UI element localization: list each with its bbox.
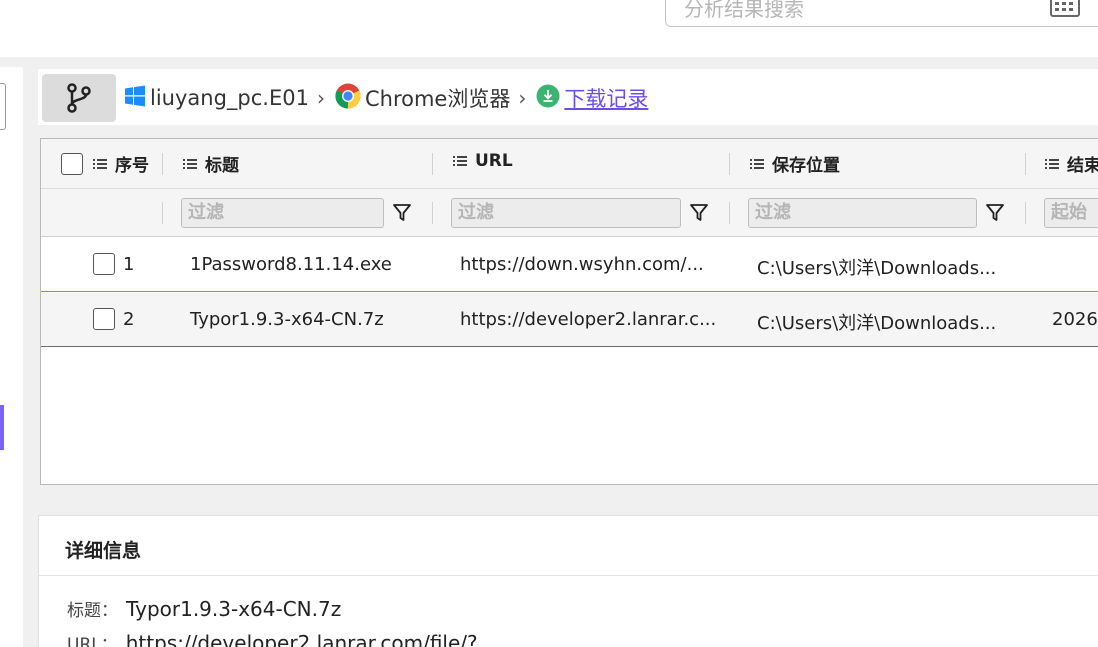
details-heading: 详细信息 — [65, 540, 142, 562]
row-save-path: C:\Users\刘洋\Downloads... — [757, 258, 997, 279]
downloads-table: 序号 标题 URL 保存位置 结束 过滤 过滤 过滤 起始 1 1Passwor… — [40, 138, 1098, 485]
detail-label: 标题： — [67, 601, 118, 621]
git-branch-icon — [67, 83, 91, 113]
column-header-url[interactable]: URL — [453, 151, 513, 171]
column-header-end[interactable]: 结束 — [1045, 151, 1098, 176]
select-all-checkbox[interactable] — [61, 153, 83, 175]
search-placeholder: 分析结果搜索 — [684, 0, 804, 21]
column-menu-icon[interactable] — [93, 158, 107, 170]
column-menu-icon[interactable] — [750, 158, 764, 170]
row-url: https://developer2.lanrar.c... — [460, 309, 717, 330]
row-index: 1 — [123, 254, 135, 275]
column-header-save-path[interactable]: 保存位置 — [750, 151, 840, 176]
sidebar-collapse-handle[interactable] — [0, 83, 6, 130]
row-index: 2 — [123, 309, 135, 330]
windows-icon — [124, 85, 146, 112]
filter-input-url[interactable]: 过滤 — [451, 198, 681, 228]
sidebar-active-indicator — [0, 405, 4, 450]
column-menu-icon[interactable] — [453, 155, 467, 167]
row-title: 1Password8.11.14.exe — [190, 254, 392, 275]
table-row[interactable]: 1 1Password8.11.14.exe https://down.wsyh… — [41, 238, 1098, 292]
left-sidebar — [0, 67, 23, 647]
row-title: Typor1.9.3-x64-CN.7z — [190, 309, 384, 330]
chevron-right-icon: › — [316, 86, 325, 110]
filter-input-title[interactable]: 过滤 — [181, 198, 384, 228]
filter-icon[interactable] — [985, 203, 1005, 223]
column-header-index[interactable]: 序号 — [93, 151, 149, 176]
keyboard-icon[interactable] — [1050, 0, 1080, 17]
row-checkbox[interactable] — [93, 253, 115, 275]
details-panel: 详细信息 标题： Typor1.9.3-x64-CN.7z URL： https:/… — [38, 515, 1098, 647]
filter-input-save-path[interactable]: 过滤 — [748, 198, 977, 228]
row-end: 2026 — [1052, 309, 1098, 330]
breadcrumb: liuyang_pc.E01 › Chrome浏览器 › 下载记录 — [124, 80, 648, 116]
breadcrumb-item-device[interactable]: liuyang_pc.E01 — [150, 86, 309, 110]
detail-field-url: URL： https://developer2.lanrar.com/file/? — [67, 630, 478, 647]
chevron-right-icon: › — [518, 86, 527, 110]
detail-label: URL： — [67, 635, 118, 647]
branch-button[interactable] — [42, 74, 116, 122]
row-checkbox[interactable] — [93, 308, 115, 330]
table-header: 序号 标题 URL 保存位置 结束 — [41, 139, 1098, 189]
table-row[interactable]: 2 Typor1.9.3-x64-CN.7z https://developer… — [41, 293, 1098, 347]
filter-input-end-start[interactable]: 起始 — [1044, 198, 1098, 228]
search-input[interactable]: 分析结果搜索 — [665, 0, 1098, 27]
top-toolbar: 分析结果搜索 — [0, 0, 1098, 57]
breadcrumb-item-downloads[interactable]: 下载记录 — [564, 83, 648, 113]
column-header-title[interactable]: 标题 — [183, 151, 239, 176]
row-save-path: C:\Users\刘洋\Downloads... — [757, 313, 997, 334]
detail-field-title: 标题： Typor1.9.3-x64-CN.7z — [67, 596, 341, 621]
filter-icon[interactable] — [392, 203, 412, 223]
row-url: https://down.wsyhn.com/... — [460, 254, 704, 275]
filter-icon[interactable] — [689, 203, 709, 223]
column-menu-icon[interactable] — [1045, 158, 1059, 170]
detail-value: Typor1.9.3-x64-CN.7z — [126, 597, 342, 621]
chrome-icon — [335, 83, 361, 114]
breadcrumb-item-browser[interactable]: Chrome浏览器 — [365, 83, 510, 113]
download-icon — [536, 84, 560, 113]
filter-row: 过滤 过滤 过滤 起始 — [41, 189, 1098, 237]
detail-value: https://developer2.lanrar.com/file/? — [125, 631, 478, 647]
details-divider — [39, 575, 1098, 576]
column-menu-icon[interactable] — [183, 158, 197, 170]
